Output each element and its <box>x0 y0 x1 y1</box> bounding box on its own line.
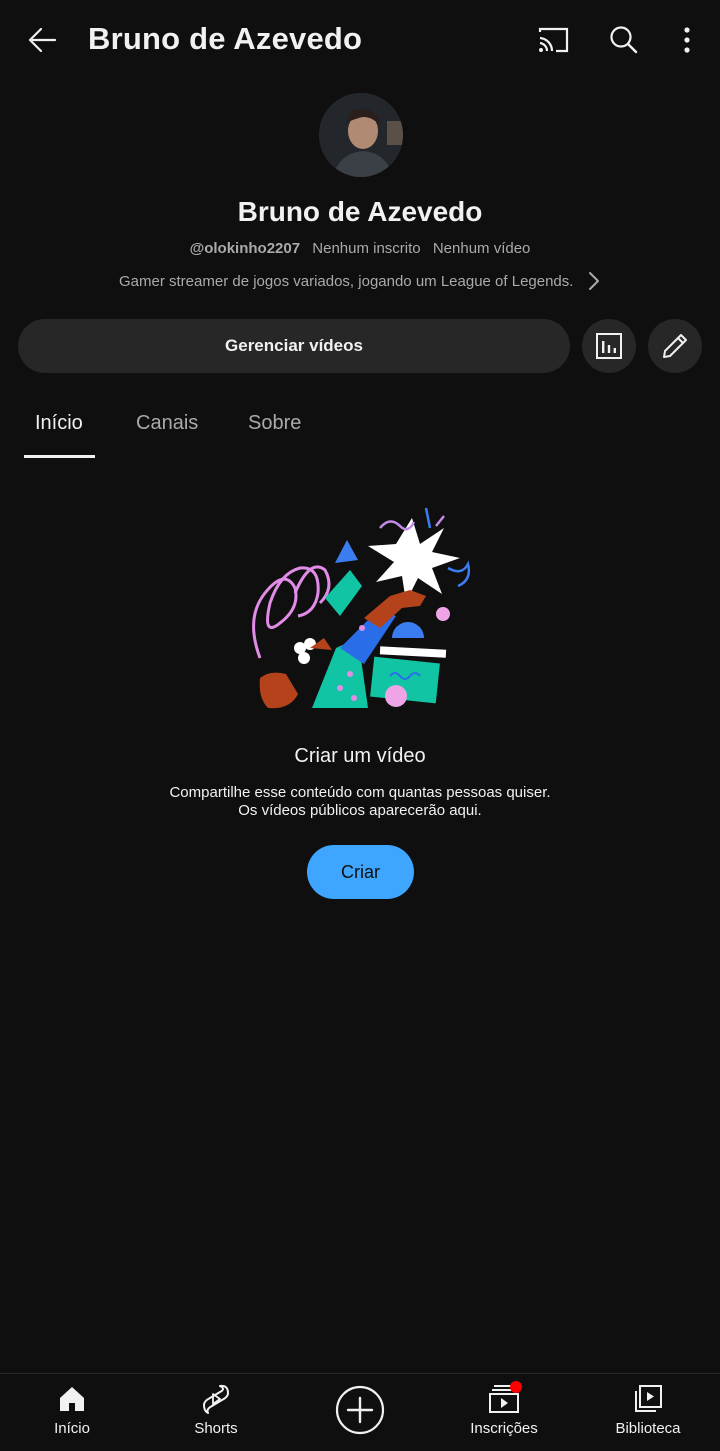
channel-tabs: Início Canais Sobre <box>0 398 720 460</box>
create-plus-icon <box>335 1385 385 1435</box>
nav-item-subscriptions[interactable]: Inscrições <box>432 1374 576 1451</box>
empty-state-description: Compartilhe esse conteúdo com quantas pe… <box>0 784 720 820</box>
empty-state-line-1: Compartilhe esse conteúdo com quantas pe… <box>169 784 551 801</box>
nav-item-shorts[interactable]: Shorts <box>144 1374 288 1451</box>
channel-meta: @olokinho2207 Nenhum inscrito Nenhum víd… <box>0 240 720 257</box>
pencil-icon <box>663 334 687 358</box>
channel-avatar[interactable] <box>319 93 403 177</box>
avatar-photo <box>319 93 403 177</box>
notification-dot <box>510 1381 522 1393</box>
page-title: Bruno de Azevedo <box>88 21 363 56</box>
manage-videos-button[interactable]: Gerenciar vídeos <box>18 319 570 373</box>
back-button[interactable] <box>22 20 62 60</box>
channel-name: Bruno de Azevedo <box>237 196 483 227</box>
create-button[interactable]: Criar <box>307 845 414 899</box>
active-tab-indicator <box>24 455 95 458</box>
more-options-button[interactable] <box>667 20 707 60</box>
nav-label-shorts: Shorts <box>194 1420 238 1437</box>
channel-description[interactable]: Gamer streamer de jogos variados, jogand… <box>119 273 573 290</box>
more-vertical-icon <box>684 27 690 53</box>
cast-button[interactable] <box>533 20 573 60</box>
bottom-navigation: Início Shorts Inscrições Biblioteca <box>0 1373 720 1451</box>
search-button[interactable] <box>604 20 644 60</box>
shorts-icon <box>203 1384 229 1414</box>
arrow-left-icon <box>28 27 57 53</box>
nav-label-home: Início <box>54 1420 90 1437</box>
home-icon <box>60 1387 84 1411</box>
subscriber-count: Nenhum inscrito <box>312 240 421 257</box>
empty-state-title: Criar um vídeo <box>294 745 426 767</box>
chevron-right-icon <box>589 272 599 290</box>
tab-sobre[interactable]: Sobre <box>248 412 301 435</box>
description-expand-button[interactable] <box>584 270 604 292</box>
nav-label-subscriptions: Inscrições <box>470 1420 538 1437</box>
cast-icon <box>538 27 569 53</box>
top-app-bar: Bruno de Azevedo <box>0 0 720 80</box>
nav-item-create[interactable] <box>288 1374 432 1451</box>
search-icon <box>610 26 638 54</box>
empty-state-illustration <box>240 498 480 718</box>
analytics-button[interactable] <box>582 319 636 373</box>
tab-canais[interactable]: Canais <box>136 412 198 435</box>
library-icon <box>635 1385 662 1412</box>
nav-item-library[interactable]: Biblioteca <box>576 1374 720 1451</box>
nav-label-library: Biblioteca <box>615 1420 681 1437</box>
tab-inicio[interactable]: Início <box>35 412 83 435</box>
nav-item-home[interactable]: Início <box>0 1374 144 1451</box>
empty-state-line-2: Os vídeos públicos aparecerão aqui. <box>238 802 482 819</box>
channel-handle: @olokinho2207 <box>189 240 301 257</box>
video-count: Nenhum vídeo <box>432 240 531 257</box>
edit-channel-button[interactable] <box>648 319 702 373</box>
analytics-icon <box>596 333 622 359</box>
